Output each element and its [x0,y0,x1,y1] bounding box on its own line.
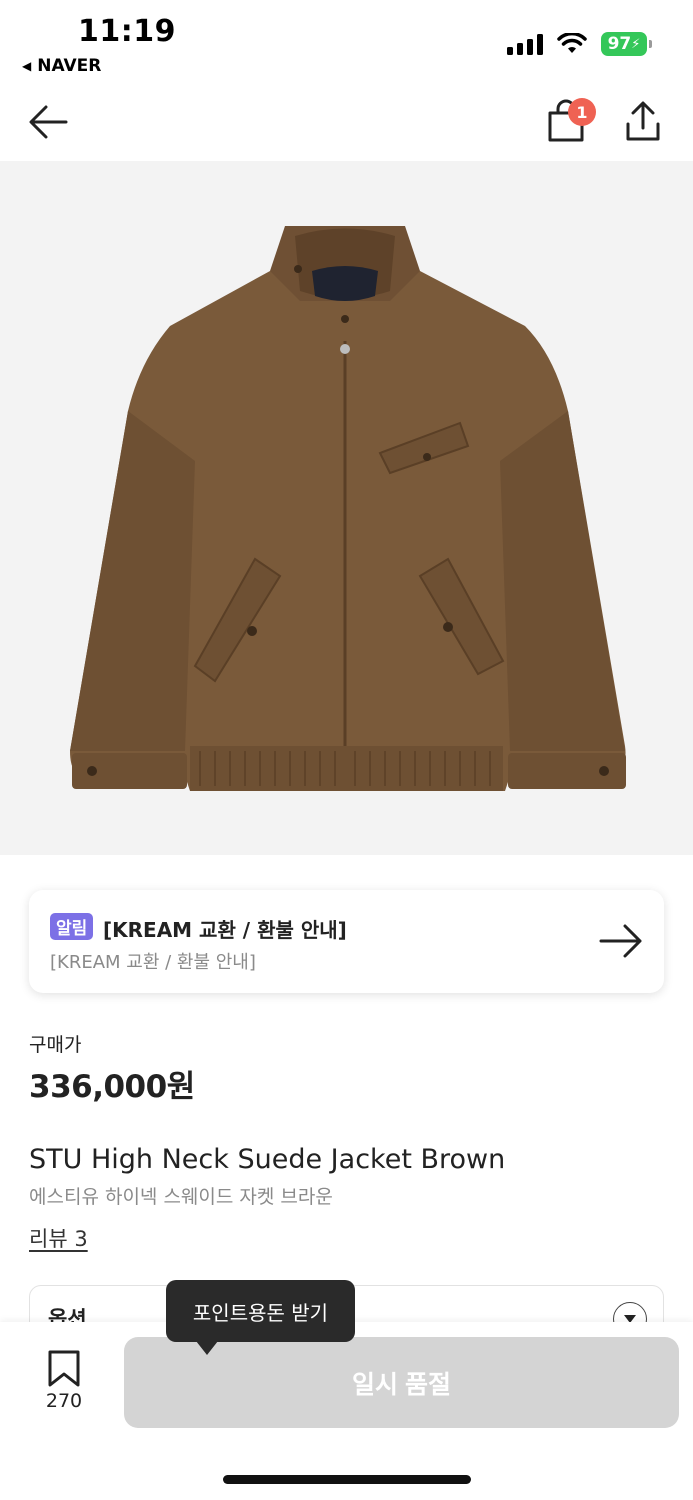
review-link[interactable]: 리뷰 3 [29,1223,88,1253]
status-indicators: 97 ⚡ [507,32,652,56]
cart-count-badge: 1 [568,98,596,126]
price-value: 336,000원 [29,1069,195,1105]
wifi-icon [557,33,587,53]
notice-badge: 알림 [50,913,94,940]
notice-subtitle: [KREAM 교환 / 환불 안내] [50,952,256,973]
tooltip-tail [196,1341,218,1355]
bookmark-icon [48,1350,80,1387]
back-triangle-icon: ◀ [22,59,32,73]
back-arrow-icon[interactable] [26,102,70,142]
notice-title: [KREAM 교환 / 환불 안내] [103,918,347,942]
jacket-image [70,226,626,791]
exchange-refund-notice-card[interactable]: 알림 [KREAM 교환 / 환불 안내] [KREAM 교환 / 환불 안내] [29,890,664,993]
point-reward-tooltip[interactable]: 포인트용돈 받기 [166,1280,355,1342]
product-name: STU High Neck Suede Jacket Brown [29,1144,506,1175]
product-image[interactable] [0,161,693,855]
home-indicator[interactable] [223,1475,471,1484]
product-detail-page: 11:19 ◀ NAVER 97 ⚡ 1 알림 [KREAM 교환 / 환불 안… [0,0,693,1500]
product-name-korean: 에스티유 하이넥 스웨이드 자켓 브라운 [29,1186,333,1208]
battery-level: 97 [607,34,632,54]
back-to-app-link[interactable]: ◀ NAVER [22,56,101,76]
status-time: 11:19 [78,14,176,49]
wishlist-button[interactable]: 270 [40,1350,88,1416]
price-label: 구매가 [29,1034,82,1056]
cellular-signal-icon [507,33,543,55]
battery-indicator: 97 ⚡ [601,32,652,56]
charging-bolt-icon: ⚡ [631,36,641,52]
wishlist-count: 270 [45,1390,83,1412]
arrow-right-icon [599,924,642,958]
back-app-label: NAVER [37,56,102,76]
share-icon[interactable] [622,98,664,144]
status-bar: 11:19 ◀ NAVER 97 ⚡ [0,0,693,84]
